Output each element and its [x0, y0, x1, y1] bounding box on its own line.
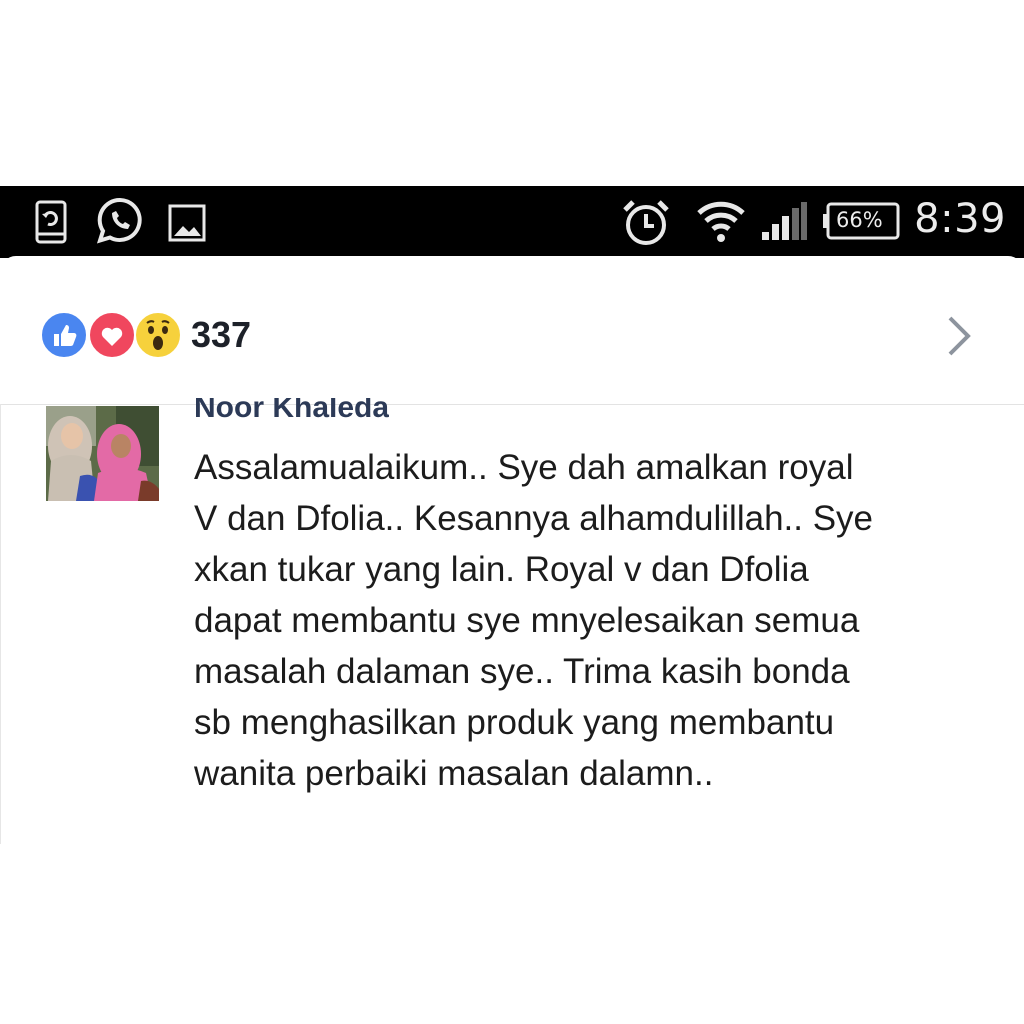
avatar[interactable] [46, 406, 159, 501]
reactions-card: 337 Noor Khaleda Assalamualaikum.. Sye d… [0, 256, 1024, 844]
love-reaction-icon [88, 311, 136, 359]
chevron-right-icon[interactable] [944, 314, 974, 358]
comment-line: sb menghasilkan produk yang membantu [194, 703, 835, 742]
like-reaction-icon [40, 311, 88, 359]
alarm-icon [623, 200, 669, 245]
reaction-count: 337 [191, 314, 252, 355]
status-bar: 66% 8:39 [0, 186, 1024, 258]
comment-line: V dan Dfolia.. Kesannya alhamdulillah.. … [194, 499, 874, 538]
comment-author[interactable]: Noor Khaleda [194, 398, 389, 424]
whatsapp-icon [96, 197, 142, 244]
comment-text: Assalamualaikum.. Sye dah amalkan royal … [194, 442, 984, 799]
battery-icon: 66% [822, 202, 900, 240]
wifi-icon [697, 201, 745, 242]
gallery-icon [168, 204, 206, 242]
comment-line: wanita perbaiki masalan dalamn.. [194, 754, 714, 793]
signal-icon [762, 202, 807, 240]
comment-line: dapat membantu sye mnyelesaikan semua [194, 601, 860, 640]
clock: 8:39 [914, 196, 1006, 242]
screen: 66% 8:39 337 Noor Khaleda Assalamualaiku… [0, 0, 1024, 1024]
wow-reaction-icon [134, 311, 182, 359]
battery-percent: 66% [836, 208, 883, 232]
divider [0, 404, 1, 844]
comment-line: masalah dalaman sye.. Trima kasih bonda [194, 652, 850, 691]
comment-line: xkan tukar yang lain. Royal v dan Dfolia [194, 550, 809, 589]
comment-line: Assalamualaikum.. Sye dah amalkan royal [194, 448, 854, 487]
screen-record-icon [35, 200, 67, 244]
reactions-summary[interactable]: 337 [0, 256, 1024, 405]
